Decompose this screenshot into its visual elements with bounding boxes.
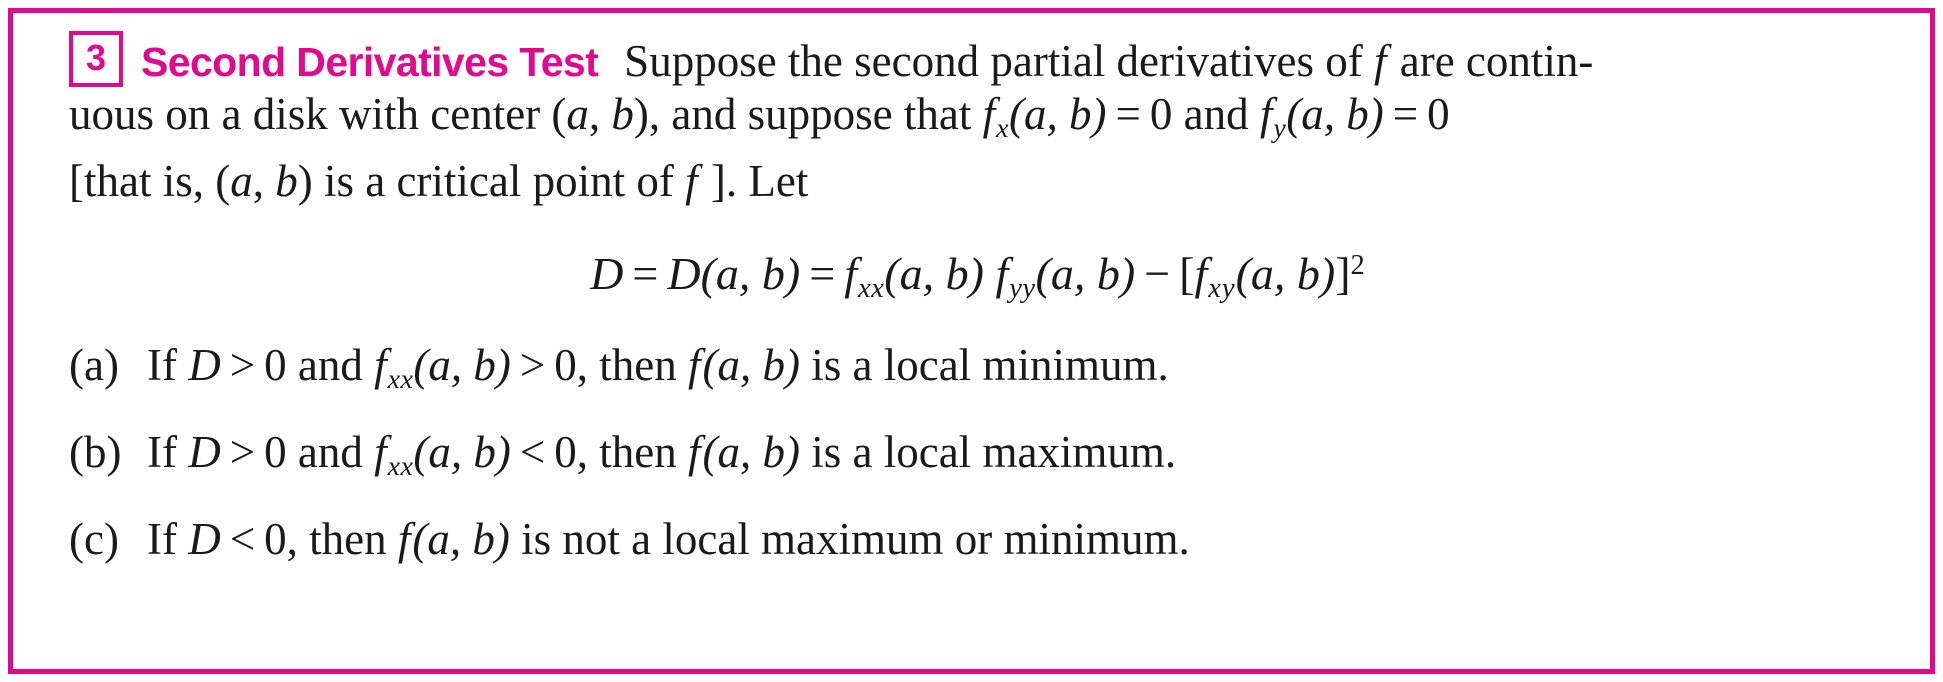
- equation-fyy-args: (a, b): [1035, 247, 1136, 299]
- statement-fx-name: f: [982, 89, 996, 139]
- statement-line-3: [that is, (a, b) is a critical point of …: [69, 155, 1886, 207]
- theorem-box: 3 Second Derivatives Test Suppose the seco…: [8, 8, 1935, 674]
- item-b-f-name: f: [374, 427, 387, 477]
- equation-fxy-subscript: xy: [1208, 272, 1236, 304]
- item-c-result-f: f: [397, 513, 411, 564]
- item-b-value-1: 0: [264, 427, 287, 477]
- statement-fy-zero: 0: [1427, 89, 1450, 139]
- statement-fy-subscript: y: [1273, 112, 1287, 144]
- list-item-c: (c) If D <0, then f(a, b) is not a local m…: [69, 513, 1886, 564]
- statement-line-2: uous on a disk with center (a, b), and s…: [69, 88, 1886, 155]
- statement-line-3-b-var: b: [275, 155, 298, 206]
- item-b-relation-1: >: [229, 427, 256, 477]
- equation-minus-sign: −: [1144, 247, 1171, 299]
- item-a-f-subscript: xx: [387, 364, 414, 396]
- theorem-title: Second Derivatives Test: [141, 39, 599, 85]
- theorem-number-badge: 3: [69, 31, 124, 87]
- item-b-then: then: [599, 427, 677, 477]
- equation-fyy-name: f: [995, 247, 1009, 299]
- statement-fx-args: (a, b): [1009, 89, 1107, 139]
- statement-line-3-text-a: [that is, (: [69, 155, 231, 206]
- statement-line-1-text-a: Suppose the second partial derivatives o…: [624, 36, 1363, 86]
- equation-lhs: D: [590, 247, 624, 299]
- item-b-conclusion: is a local maximum.: [811, 427, 1177, 477]
- conclusion-list: (a) If D >0 and fxx(a, b) >0, then f(a, b) …: [69, 343, 1886, 561]
- item-c-then: then: [309, 513, 387, 564]
- statement-line-3-f: f: [685, 155, 698, 206]
- statement-line-2-a-var: a: [566, 89, 589, 139]
- item-a-conclusion: is a local minimum.: [811, 340, 1169, 391]
- item-b-d-var: D: [188, 427, 221, 477]
- statement-fx-equals: =: [1115, 89, 1141, 139]
- list-item-b: (b) If D >0 and fxx(a, b) <0, then f(a, b) …: [69, 430, 1886, 481]
- item-c-value-1: 0,: [264, 513, 298, 564]
- item-a-relation-2: >: [519, 340, 546, 391]
- equation-d-args: (a, b): [700, 247, 801, 299]
- item-b-result-f: f: [688, 427, 701, 477]
- statement-fx-zero: 0: [1149, 89, 1173, 139]
- item-c-result-args: (a, b): [412, 513, 510, 564]
- statement-and-word: and: [1183, 89, 1249, 139]
- item-b-relation-2: <: [519, 427, 546, 477]
- equation-bracket-close: ]: [1335, 247, 1351, 299]
- item-a-label: (a): [69, 340, 119, 391]
- statement-line-2-text-a: uous on a disk with center (: [69, 89, 567, 139]
- item-a-result-args: (a, b): [702, 340, 800, 391]
- equation-fxx-name: f: [844, 247, 857, 299]
- item-c-conclusion: is not a local maximum or minimum.: [521, 513, 1190, 564]
- list-item-a: (a) If D >0 and fxx(a, b) >0, then f(a, b) …: [69, 343, 1886, 394]
- statement-line-3-text-c: ]. Let: [710, 155, 809, 206]
- item-b-f-subscript: xx: [387, 450, 414, 482]
- display-equation: D = D(a, b) = fxx(a, b) fyy(a, b) − [fxy(a, b)…: [69, 247, 1886, 304]
- item-a-then: then: [599, 340, 677, 391]
- item-b-value-2: 0,: [554, 427, 589, 477]
- item-a-result-f: f: [688, 340, 701, 391]
- item-b-label: (b): [69, 427, 122, 477]
- item-c-relation-1: <: [229, 513, 256, 564]
- item-a-f-name: f: [374, 340, 387, 391]
- item-c-if: If: [147, 513, 177, 564]
- statement-line-2-text-b: ), and suppose that: [633, 89, 972, 139]
- item-a-and: and: [297, 340, 363, 391]
- statement-line-1: 3 Second Derivatives Test Suppose the seco…: [69, 31, 1886, 88]
- item-a-f-args: (a, b): [413, 340, 511, 391]
- equation-fxx-subscript: xx: [857, 272, 885, 304]
- equation-bracket-open: [: [1179, 247, 1195, 299]
- equation-fyy-subscript: yy: [1009, 272, 1036, 304]
- theorem-statement: 3 Second Derivatives Test Suppose the seco…: [69, 31, 1886, 207]
- statement-fx-subscript: x: [996, 112, 1009, 144]
- statement-fy-equals: =: [1392, 89, 1419, 139]
- item-c-label: (c): [69, 513, 119, 564]
- equation-exponent: 2: [1350, 249, 1365, 281]
- statement-fy-args: (a, b): [1286, 89, 1384, 139]
- item-b-f-args: (a, b): [413, 427, 511, 477]
- statement-line-1-f: f: [1373, 36, 1387, 86]
- item-a-if: If: [147, 340, 177, 391]
- item-a-value-2: 0,: [554, 340, 589, 391]
- statement-line-2-b-var: b: [611, 89, 634, 139]
- equation-d-function: D: [667, 247, 701, 299]
- statement-line-2-comma: ,: [588, 89, 612, 139]
- item-c-d-var: D: [188, 513, 221, 564]
- statement-line-3-text-b: ) is a critical point of: [297, 155, 674, 206]
- equation-equals-1: =: [632, 247, 659, 299]
- item-a-d-var: D: [188, 340, 221, 391]
- statement-line-3-comma: ,: [252, 155, 276, 206]
- statement-line-3-a-var: a: [230, 155, 253, 206]
- equation-fxx-args: (a, b): [884, 247, 984, 299]
- equation-equals-2: =: [809, 247, 836, 299]
- equation-fxy-args: (a, b): [1235, 247, 1336, 299]
- item-b-result-args: (a, b): [702, 427, 800, 477]
- item-b-and: and: [297, 427, 363, 477]
- item-b-if: If: [147, 427, 177, 477]
- statement-line-1-text-b: are contin-: [1399, 36, 1594, 86]
- item-a-relation-1: >: [229, 340, 256, 391]
- item-a-value-1: 0: [264, 340, 287, 391]
